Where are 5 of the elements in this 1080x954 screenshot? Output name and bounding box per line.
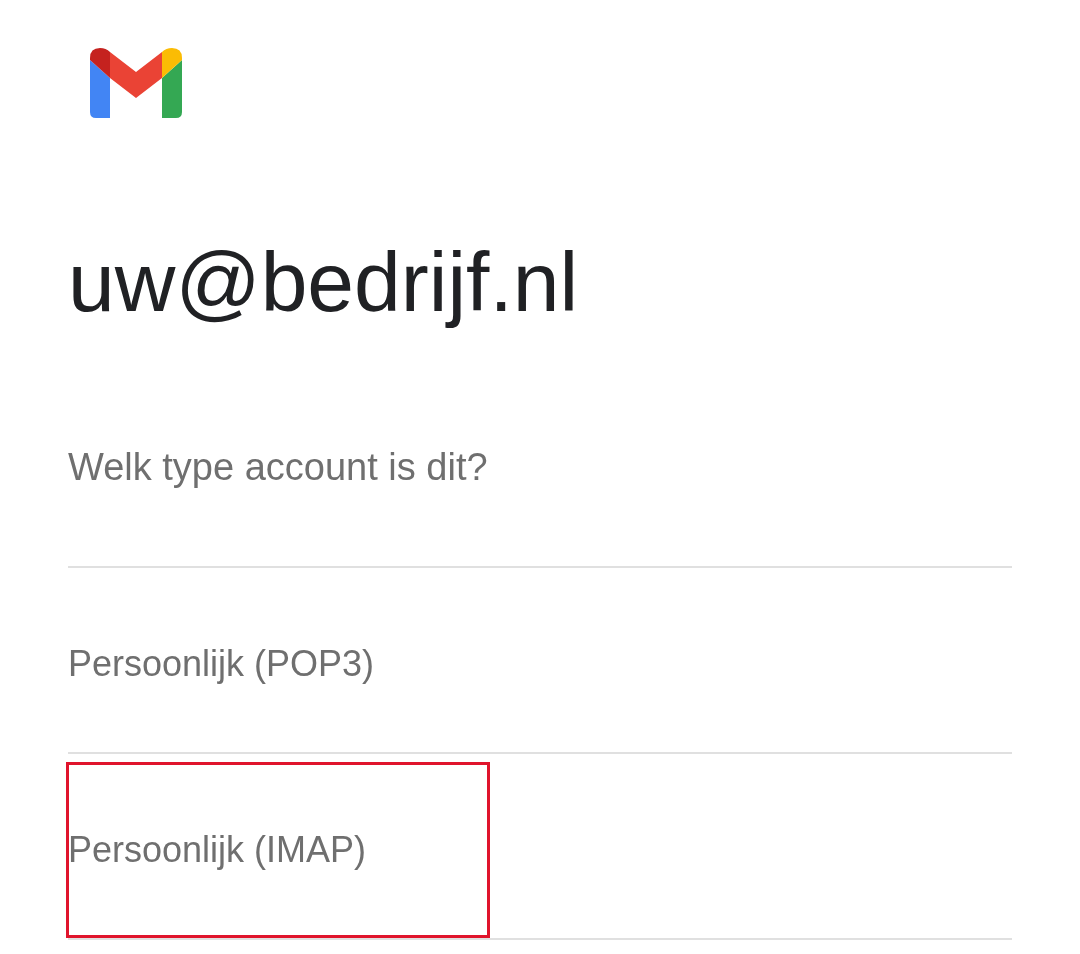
account-type-option[interactable]: Persoonlijk (IMAP) xyxy=(68,815,367,877)
account-email: uw@bedrijf.nl xyxy=(68,234,580,331)
prompt-text: Welk type account is dit? xyxy=(68,444,488,490)
mail-logo-icon xyxy=(90,48,182,118)
account-type-option[interactable]: Persoonlijk (POP3) xyxy=(68,629,375,691)
